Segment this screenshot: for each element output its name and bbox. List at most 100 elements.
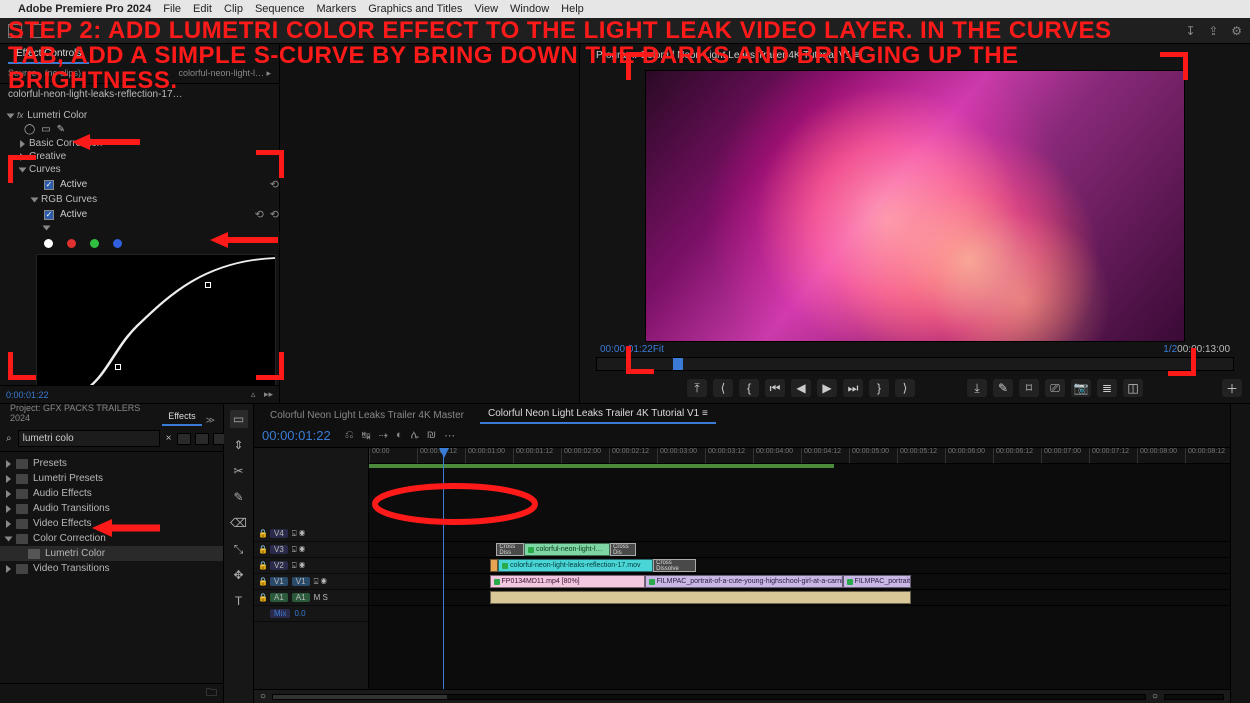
home-icon[interactable] [8,24,22,38]
menu-file[interactable]: File [163,3,181,15]
menu-window[interactable]: Window [510,3,549,15]
program-playhead[interactable] [673,358,683,370]
track-tag[interactable]: Mix [270,609,290,618]
mask-ellipse-icon[interactable]: ◯ [24,124,35,135]
menu-edit[interactable]: Edit [193,3,212,15]
sequence-tab-master[interactable]: Colorful Neon Light Leaks Trailer 4K Mas… [262,407,472,424]
track-header[interactable]: 🔒 V3 ⌺ ◉ [254,542,368,558]
menu-sequence[interactable]: Sequence [255,3,305,15]
timeline-ruler[interactable]: 00:0000:00:00:1200:00:01:0000:00:01:1200… [369,448,1230,464]
curve-channel-blue[interactable] [113,239,122,248]
tl-opt-2[interactable]: ↹ [362,429,371,442]
menu-help[interactable]: Help [561,3,584,15]
row-creative[interactable]: Creative [8,150,279,163]
track-toggles[interactable]: M S [314,593,328,602]
play-button[interactable]: ▶ [817,379,837,397]
curve-channel-red[interactable] [67,239,76,248]
transition[interactable]: Cross Diss [496,543,524,556]
row-curves[interactable]: Curves [8,163,279,176]
accelerated-badge[interactable] [177,433,191,445]
selection-tool[interactable]: ▭ [230,410,248,428]
timeline-scrollbar[interactable]: ○ ○ [254,689,1230,703]
lock-icon[interactable]: 🔒 [258,561,266,570]
snapshot-button[interactable]: 📷 [1071,379,1091,397]
slip-tool[interactable]: ⤡ [230,540,248,558]
work-area-bar[interactable] [369,464,834,468]
sequence-tab-tutorial[interactable]: Colorful Neon Light Leaks Trailer 4K Tut… [480,405,716,424]
effects-tree-folder[interactable]: Video Effects [0,516,223,531]
effects-search-input[interactable] [18,430,160,447]
chevron-icon[interactable] [6,520,11,528]
mask-rect-icon[interactable]: ▭ [41,124,50,135]
track-select-tool[interactable]: ⇕ [230,436,248,454]
chevron-down-icon[interactable] [7,113,15,118]
share-icon[interactable]: ⇪ [1208,24,1218,38]
track-toggles[interactable]: ⌺ ◉ [292,545,305,555]
pen-tool[interactable]: ✎ [230,488,248,506]
tl-opt-6[interactable]: ₪ [427,429,436,442]
transition[interactable]: Cross Dis [610,543,636,556]
effects-tree-folder[interactable]: Audio Effects [0,486,223,501]
export-frame-button[interactable]: ⌑ [1019,379,1039,397]
safe-margins-button[interactable]: ≣ [1097,379,1117,397]
track-height-slider[interactable] [1164,694,1224,700]
razor-tool[interactable]: ✂ [230,462,248,480]
track-tag[interactable]: V4 [270,529,288,538]
effects-tree-folder[interactable]: Video Transitions [0,561,223,576]
tl-opt-5[interactable]: ሌ [411,429,419,442]
tab-project[interactable]: Project: GFX PACKS TRAILERS 2024 [4,400,158,426]
rgb-curve-graph[interactable] [36,254,276,385]
add-marker-button[interactable]: ⤒ [687,379,707,397]
chevron-icon[interactable] [6,490,11,498]
program-scrub-bar[interactable] [596,357,1234,371]
curve-channel-white[interactable] [44,239,53,248]
timeline-tracks[interactable]: 00:0000:00:00:1200:00:01:0000:00:01:1200… [369,448,1230,689]
comparison-view-button[interactable]: ⎚ [1045,379,1065,397]
track-tag[interactable]: V3 [270,545,288,554]
quick-export-icon[interactable]: ↧ [1186,24,1196,38]
lift-button[interactable]: ⤓ [967,379,987,397]
scroll-thumb[interactable] [273,695,447,699]
program-viewport-image[interactable] [645,70,1185,342]
tl-opt-3[interactable]: ⇢ [379,429,388,442]
timeline-playhead[interactable] [443,448,444,689]
chevron-icon[interactable] [6,475,11,483]
transition[interactable]: Cross Dissolve [653,559,696,572]
curve-point-shadow[interactable] [115,364,121,370]
ec-icon-2[interactable]: ▸▸ [264,389,273,399]
chevron-icon[interactable] [6,460,11,468]
reset-icon[interactable]: ⟲ [270,208,279,221]
track-tag[interactable]: A1 [292,593,310,602]
chevron-down-icon[interactable] [19,167,27,172]
import-icon[interactable] [30,24,44,38]
clear-search-icon[interactable]: × [166,433,172,444]
clip[interactable] [490,559,499,572]
row-rgb-curves[interactable]: RGB Curves [8,193,279,206]
chevron-right-icon[interactable] [20,140,25,148]
chevron-down-icon[interactable] [31,197,39,202]
curve-channel-green[interactable] [90,239,99,248]
track-headers[interactable]: 🔒V4⌺ ◉🔒V3⌺ ◉🔒V2⌺ ◉🔒V1V1⌺ ◉🔒A1A1M SMix0.0 [254,448,369,689]
lock-icon[interactable]: 🔒 [258,545,266,554]
button-editor-button[interactable]: ＋ [1222,379,1242,397]
proxy-toggle-button[interactable]: ◫ [1123,379,1143,397]
clip[interactable] [490,591,912,604]
ec-icon-1[interactable]: ▵ [251,389,256,399]
track-toggles[interactable]: 0.0 [294,609,305,618]
tl-opt-7[interactable]: ⋯ [444,429,455,442]
go-to-out-button[interactable]: } [869,379,889,397]
reset-icon[interactable]: ⟲ [270,178,279,191]
chevron-down-icon[interactable] [43,226,51,231]
app-name[interactable]: Adobe Premiere Pro 2024 [18,3,151,15]
tab-program[interactable]: Program: Colorful Neon Light Leaks Trail… [588,47,868,64]
program-zoom[interactable]: 1/2 [1163,344,1177,355]
chevron-right-icon[interactable] [20,153,25,161]
clip[interactable]: FP0134MD11.mp4 [80%] [490,575,645,588]
chevron-icon[interactable] [6,505,11,513]
mark-out-button[interactable]: ⟩ [895,379,915,397]
hand-tool[interactable]: ✥ [230,566,248,584]
mark-in-button[interactable]: ⟨ [713,379,733,397]
checkbox-icon[interactable]: ✓ [44,210,54,220]
extract-button[interactable]: ✎ [993,379,1013,397]
tab-effects[interactable]: Effects [162,408,201,426]
